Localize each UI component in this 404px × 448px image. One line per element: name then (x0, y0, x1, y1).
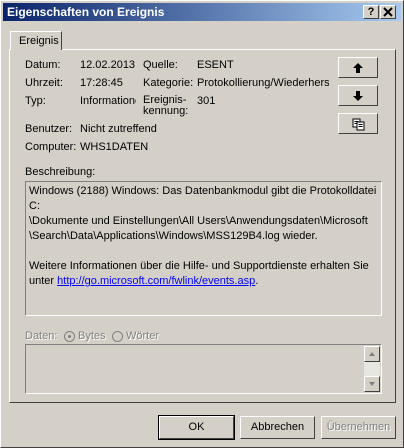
kennung-label-line2: kennung: (143, 105, 189, 117)
more-info-text: Weitere Informationen über die Hilfe- un… (29, 260, 369, 272)
words-label: Wörter (126, 330, 159, 342)
link-suffix: . (255, 275, 259, 287)
title-bar[interactable]: Eigenschaften von Ereignis ? (3, 3, 401, 21)
arrow-up-icon (353, 63, 363, 73)
window-title: Eigenschaften von Ereignis (7, 5, 165, 19)
tab-ereignis-label: Ereignis (19, 35, 59, 47)
close-button[interactable] (380, 5, 396, 19)
bytes-radio[interactable] (64, 331, 75, 342)
words-radio[interactable] (112, 331, 123, 342)
uhrzeit-value[interactable]: 17:28:45 (80, 77, 138, 89)
typ-label: Typ: (25, 95, 46, 107)
description-line-3: \Search\Data\Applications\Windows\MSS129… (29, 230, 318, 242)
help-button[interactable]: ? (363, 5, 379, 19)
kategorie-label: Kategorie: (143, 77, 194, 89)
uhrzeit-label: Uhrzeit: (25, 77, 63, 89)
scroll-down-button[interactable] (364, 376, 380, 392)
bytes-label: Bytes (78, 330, 106, 342)
event-properties-dialog: Eigenschaften von Ereignis ? Ereignis Da… (0, 0, 404, 448)
copy-icon (352, 118, 365, 131)
datum-label: Datum: (25, 59, 61, 71)
computer-value[interactable]: WHS1DATEN (80, 141, 260, 153)
close-icon (383, 7, 393, 17)
kennung-label: Ereignis- kennung: (143, 95, 188, 117)
data-scrollbar[interactable] (364, 346, 380, 392)
next-event-button[interactable] (338, 85, 378, 106)
datum-value[interactable]: 12.02.2013 (80, 59, 138, 71)
scroll-down-icon (369, 382, 375, 386)
apply-button[interactable]: Übernehmen (321, 416, 396, 439)
scroll-up-button[interactable] (364, 346, 380, 362)
description-line-2: \Dokumente und Einstellungen\All Users\A… (29, 215, 368, 227)
cancel-button[interactable]: Abbrechen (240, 416, 315, 439)
benutzer-value[interactable]: Nicht zutreffend (80, 123, 260, 135)
ok-button[interactable]: OK (158, 415, 235, 440)
previous-event-button[interactable] (338, 57, 378, 78)
kategorie-value[interactable]: Protokollierung/Wiederherstellung (197, 77, 329, 89)
tab-ereignis[interactable]: Ereignis (10, 31, 62, 50)
description-textbox[interactable]: Windows (2188) Windows: Das Datenbankmod… (25, 181, 382, 316)
description-line-1: Windows (2188) Windows: Das Datenbankmod… (29, 185, 377, 212)
arrow-down-icon (353, 91, 363, 101)
data-label: Daten: (25, 330, 58, 342)
more-info-line-2: unter http://go.microsoft.com/fwlink/eve… (29, 274, 378, 289)
more-info-prefix: unter (29, 275, 55, 287)
data-textbox[interactable] (25, 344, 382, 394)
copy-button[interactable] (338, 113, 378, 134)
typ-value[interactable]: Informationen (80, 95, 136, 107)
kennung-value[interactable]: 301 (197, 95, 257, 107)
computer-label: Computer: (25, 141, 77, 153)
quelle-label: Quelle: (143, 59, 178, 71)
description-label: Beschreibung: (25, 166, 96, 178)
help-link[interactable]: http://go.microsoft.com/fwlink/events.as… (57, 275, 255, 287)
scroll-up-icon (369, 352, 375, 356)
quelle-value[interactable]: ESENT (197, 59, 327, 71)
benutzer-label: Benutzer: (25, 123, 73, 135)
